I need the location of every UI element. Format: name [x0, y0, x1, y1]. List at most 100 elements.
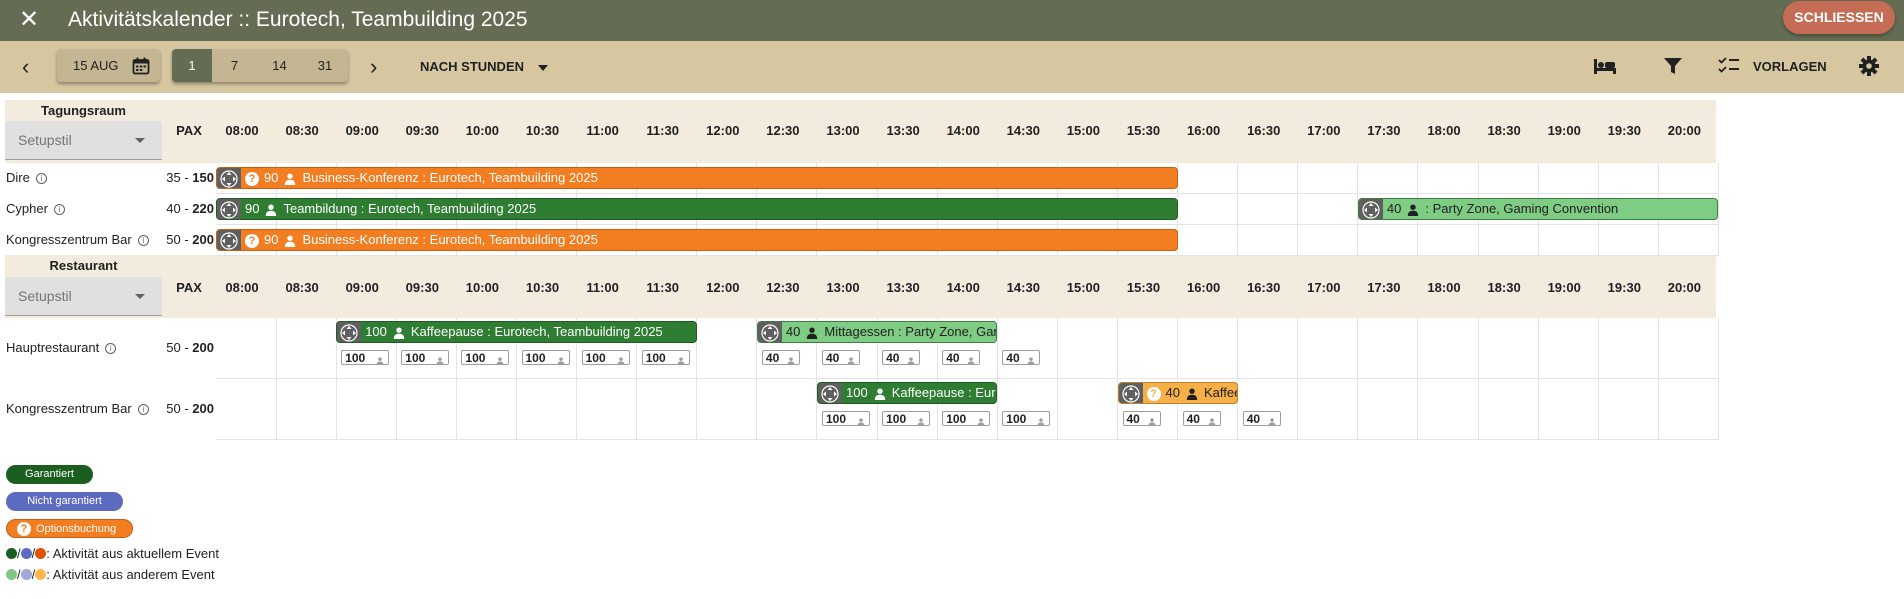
time-slot[interactable] [1297, 318, 1359, 379]
info-icon[interactable]: i [137, 235, 149, 247]
time-slot[interactable] [1418, 379, 1479, 440]
time-slot[interactable] [997, 318, 1058, 379]
pax-chip[interactable]: 100 [461, 350, 510, 365]
time-slot[interactable] [216, 318, 277, 379]
time-slot[interactable] [276, 379, 337, 440]
pax-chip[interactable]: 40 [822, 350, 860, 365]
close-button[interactable]: SCHLIESSEN [1783, 1, 1895, 34]
pax-chip[interactable]: 100 [1002, 411, 1051, 426]
event-bar[interactable]: 90 Teambildung : Eurotech, Teambuilding 2… [216, 198, 1178, 220]
chevron-right-icon[interactable]: › [370, 41, 377, 93]
time-slot[interactable] [1418, 318, 1479, 379]
pax-chip[interactable]: 100 [521, 350, 570, 365]
time-slot[interactable] [1357, 225, 1419, 256]
view-mode-select[interactable]: NACH STUNDEN [420, 41, 548, 93]
time-slot[interactable] [1177, 318, 1239, 379]
setup-style-select[interactable]: Setupstil [5, 121, 162, 160]
filter-icon[interactable] [1663, 55, 1683, 82]
time-slot[interactable] [756, 379, 818, 440]
pax-chip[interactable]: 100 [641, 350, 690, 365]
time-slot[interactable] [1357, 318, 1419, 379]
time-slot[interactable] [696, 318, 758, 379]
time-slot[interactable] [1538, 163, 1599, 194]
pax-chip[interactable]: 100 [581, 350, 630, 365]
event-bar[interactable]: ? 90 Business-Konferenz : Eurotech, Teambu… [216, 229, 1178, 251]
move-handle-icon[interactable] [217, 230, 241, 250]
time-slot[interactable] [216, 379, 277, 440]
event-bar[interactable]: ? 40 Kaffeepause : Party Zone, Gaming Conv… [1117, 382, 1238, 404]
time-slot[interactable] [1237, 225, 1299, 256]
time-slot[interactable] [1478, 225, 1539, 256]
time-slot[interactable] [1057, 379, 1118, 440]
time-slot[interactable] [1538, 225, 1599, 256]
info-icon[interactable]: i [53, 204, 65, 216]
time-slot[interactable] [1538, 318, 1599, 379]
event-bar[interactable]: 40 Mittagessen : Party Zone, Gaming Conve… [756, 321, 998, 343]
pax-chip[interactable]: 40 [1122, 411, 1161, 426]
move-handle-icon[interactable] [217, 199, 241, 219]
time-slot[interactable] [1478, 163, 1539, 194]
pax-chip[interactable]: 100 [822, 411, 870, 426]
pax-chip[interactable]: 40 [882, 350, 921, 365]
info-icon[interactable]: i [105, 343, 117, 355]
time-slot[interactable] [1357, 379, 1419, 440]
pax-chip[interactable]: 40 [1002, 350, 1041, 365]
pax-chip[interactable]: 40 [1182, 411, 1221, 426]
time-slot[interactable] [576, 379, 638, 440]
chevron-left-icon[interactable]: ‹ [22, 41, 29, 93]
move-handle-icon[interactable] [1118, 383, 1143, 403]
bed-icon[interactable] [1593, 55, 1617, 82]
setup-style-select[interactable]: Setupstil [5, 277, 162, 316]
move-handle-icon[interactable] [818, 383, 842, 403]
time-slot[interactable] [1418, 225, 1479, 256]
pax-chip[interactable]: 100 [401, 350, 450, 365]
event-bar[interactable]: 100 Kaffeepause : Eurotech, Teambuilding … [817, 382, 998, 404]
time-slot[interactable] [1598, 379, 1659, 440]
time-slot[interactable] [1297, 194, 1359, 225]
time-slot[interactable] [997, 379, 1058, 440]
range-option-1[interactable]: 1 [172, 49, 212, 82]
time-slot[interactable] [1297, 163, 1359, 194]
checklist-icon[interactable] [1718, 55, 1740, 82]
event-bar[interactable]: ? 90 Business-Konferenz : Eurotech, Teambu… [216, 167, 1178, 189]
time-slot[interactable] [1297, 225, 1359, 256]
time-slot[interactable] [1117, 318, 1179, 379]
event-bar[interactable]: 40: Party Zone, Gaming Convention [1357, 198, 1719, 220]
pax-chip[interactable]: 40 [1242, 411, 1281, 426]
time-slot[interactable] [1237, 163, 1299, 194]
event-bar[interactable]: 100 Kaffeepause : Eurotech, Teambuilding … [336, 321, 697, 343]
time-slot[interactable] [1478, 318, 1539, 379]
move-handle-icon[interactable] [217, 168, 241, 188]
time-slot[interactable] [1237, 318, 1299, 379]
time-slot[interactable] [396, 379, 457, 440]
time-slot[interactable] [456, 379, 517, 440]
info-icon[interactable]: i [35, 173, 47, 185]
time-slot[interactable] [1297, 379, 1359, 440]
range-option-14[interactable]: 14 [257, 49, 302, 82]
time-slot[interactable] [1478, 379, 1539, 440]
close-icon[interactable]: ✕ [19, 5, 39, 35]
info-icon[interactable]: i [137, 404, 149, 416]
time-slot[interactable] [516, 379, 578, 440]
time-slot[interactable] [276, 318, 337, 379]
time-slot[interactable] [1658, 163, 1719, 194]
pax-chip[interactable]: 100 [942, 411, 991, 426]
time-slot[interactable] [1598, 318, 1659, 379]
move-handle-icon[interactable] [337, 322, 362, 342]
templates-button[interactable]: VORLAGEN [1753, 41, 1827, 93]
time-slot[interactable] [1598, 163, 1659, 194]
gear-icon[interactable] [1858, 55, 1880, 82]
time-slot[interactable] [1057, 318, 1118, 379]
time-slot[interactable] [1237, 379, 1299, 440]
time-slot[interactable] [1658, 318, 1719, 379]
time-slot[interactable] [1357, 163, 1419, 194]
range-option-7[interactable]: 7 [212, 49, 257, 82]
pax-chip[interactable]: 100 [341, 350, 390, 365]
pax-chip[interactable]: 40 [761, 350, 800, 365]
range-option-31[interactable]: 31 [302, 49, 348, 82]
time-slot[interactable] [636, 379, 698, 440]
time-slot[interactable] [696, 379, 758, 440]
pax-chip[interactable]: 100 [882, 411, 931, 426]
pax-chip[interactable]: 40 [942, 350, 981, 365]
move-handle-icon[interactable] [1358, 199, 1383, 219]
